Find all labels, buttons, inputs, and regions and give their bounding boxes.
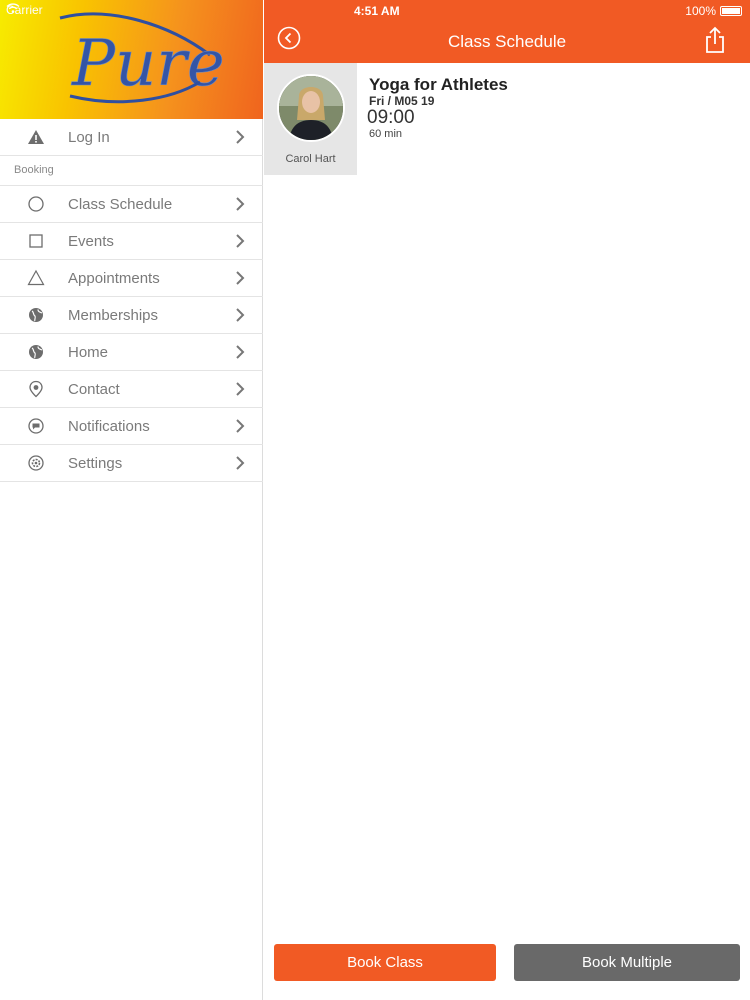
sidebar-item-label: Class Schedule <box>68 196 173 213</box>
chevron-right-icon <box>236 419 245 433</box>
class-duration: 60 min <box>369 128 403 140</box>
globe-icon <box>29 308 43 322</box>
sidebar-item-label: Memberships <box>68 307 159 324</box>
chevron-right-icon <box>236 271 245 285</box>
sidebar-item-events[interactable]: Events <box>0 223 263 260</box>
sidebar: Carrier Pure Log In Booking Class Schedu… <box>0 0 263 1000</box>
chevron-right-icon <box>236 234 245 248</box>
class-title: Yoga for Athletes <box>369 75 508 94</box>
circle-icon <box>28 196 44 212</box>
sidebar-item-memberships[interactable]: Memberships <box>0 297 263 334</box>
chevron-right-icon <box>236 456 245 470</box>
battery-percent: 100% <box>685 4 716 18</box>
sidebar-menu: Log In Booking Class Schedule Events App… <box>0 119 263 482</box>
avatar <box>277 74 345 142</box>
chevron-right-icon <box>236 197 245 211</box>
location-pin-icon <box>29 380 43 398</box>
share-icon[interactable] <box>704 26 726 54</box>
class-list-item[interactable]: Carol Hart Yoga for Athletes Fri / M05 1… <box>264 63 750 175</box>
sidebar-item-home[interactable]: Home <box>0 334 263 371</box>
book-multiple-button[interactable]: Book Multiple <box>514 944 740 981</box>
section-header-label: Booking <box>14 164 54 176</box>
class-date: Fri / M05 19 <box>369 94 435 108</box>
gear-icon <box>28 455 44 471</box>
section-header-booking: Booking <box>0 156 263 186</box>
sidebar-item-label: Events <box>68 233 114 250</box>
sidebar-item-login[interactable]: Log In <box>0 119 263 156</box>
sidebar-item-class-schedule[interactable]: Class Schedule <box>0 186 263 223</box>
logo-banner: Carrier Pure <box>0 0 263 119</box>
chevron-right-icon <box>236 308 245 322</box>
main-panel: 4:51 AM 100% Class Schedule Carol Hart Y… <box>264 0 750 1000</box>
sidebar-item-label: Settings <box>68 455 123 472</box>
chat-bubble-icon <box>28 418 44 434</box>
sidebar-item-settings[interactable]: Settings <box>0 445 263 482</box>
chevron-right-icon <box>236 130 245 144</box>
status-carrier: Carrier <box>6 3 43 17</box>
nav-bar: 4:51 AM 100% Class Schedule <box>264 0 750 63</box>
sidebar-item-label: Notifications <box>68 418 150 435</box>
class-time: 09:00 <box>367 107 415 128</box>
sidebar-item-notifications[interactable]: Notifications <box>0 408 263 445</box>
sidebar-item-label: Contact <box>68 381 120 398</box>
book-class-button[interactable]: Book Class <box>274 944 496 981</box>
sidebar-item-label: Appointments <box>68 270 160 287</box>
instructor-name: Carol Hart <box>285 153 336 165</box>
warning-icon <box>28 130 44 144</box>
sidebar-item-contact[interactable]: Contact <box>0 371 263 408</box>
status-battery: 100% <box>685 4 742 18</box>
square-icon <box>29 234 43 248</box>
pure-logo: Pure <box>59 12 225 104</box>
chevron-right-icon <box>236 382 245 396</box>
page-title: Class Schedule <box>447 32 567 51</box>
sidebar-item-appointments[interactable]: Appointments <box>0 260 263 297</box>
sidebar-item-label: Log In <box>68 129 110 146</box>
triangle-icon <box>27 269 45 286</box>
chevron-right-icon <box>236 345 245 359</box>
globe-icon <box>29 345 43 359</box>
status-time: 4:51 AM <box>354 4 400 18</box>
wifi-icon <box>6 3 20 13</box>
sidebar-item-label: Home <box>68 344 109 361</box>
battery-icon <box>720 6 742 16</box>
instructor-tile: Carol Hart <box>264 63 357 175</box>
svg-text:Pure: Pure <box>71 27 225 101</box>
